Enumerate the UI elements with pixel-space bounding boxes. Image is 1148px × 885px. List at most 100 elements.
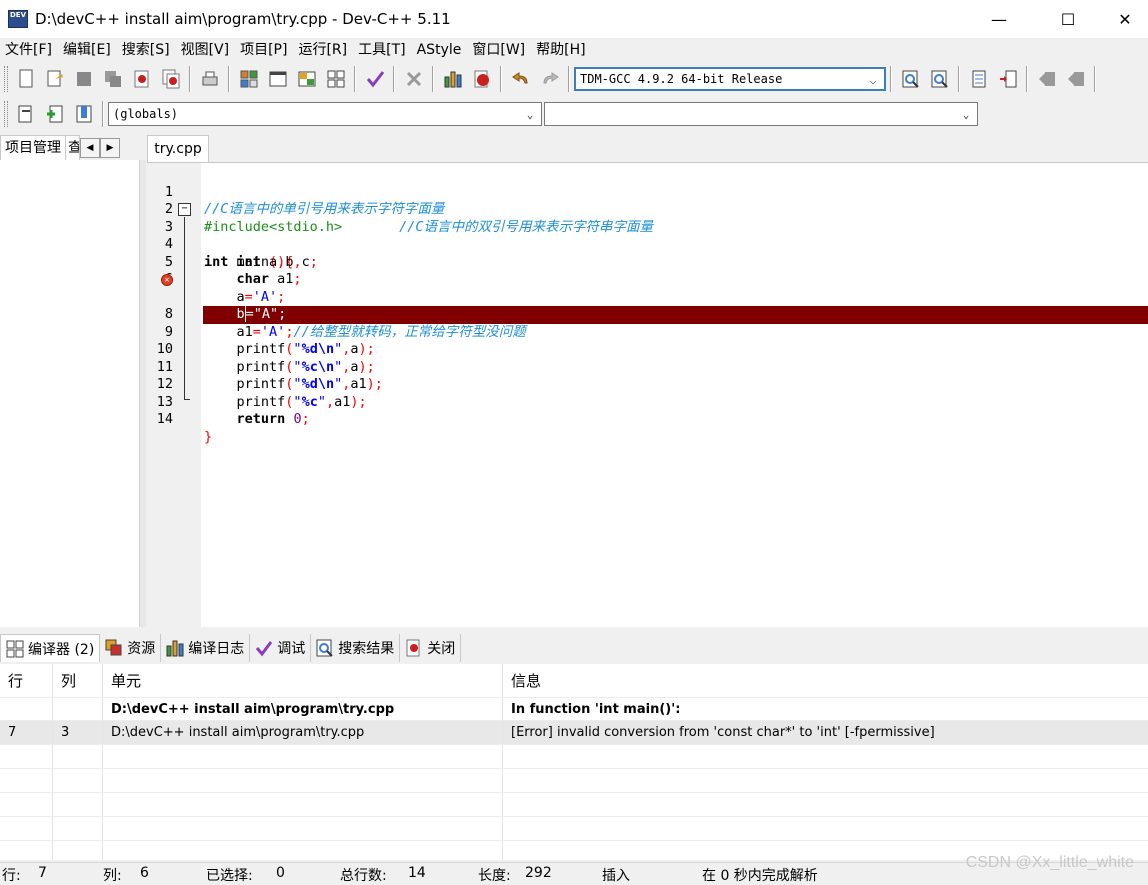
compiler-grid-icon bbox=[6, 640, 24, 658]
tab-compile-log-label: 编译日志 bbox=[188, 641, 245, 657]
grid-view-icon[interactable] bbox=[324, 67, 348, 91]
save-all-icon[interactable] bbox=[101, 67, 125, 91]
compiler-messages-table: 行 列 单元 信息 D:\devC++ install aim\program\… bbox=[0, 664, 1148, 860]
chart-icon[interactable] bbox=[441, 67, 465, 91]
maximize-button[interactable]: ☐ bbox=[1045, 0, 1091, 38]
code-line[interactable]: 11 printf("%d\n",a1); bbox=[147, 341, 1148, 393]
redo-icon[interactable] bbox=[538, 67, 562, 91]
tab-try-cpp[interactable]: try.cpp bbox=[147, 135, 209, 162]
code-editor[interactable]: 1 //C语言中的单引号用来表示字符字面量 2 #include<stdio.h… bbox=[147, 162, 1148, 627]
compiler-select[interactable]: TDM-GCC 4.9.2 64-bit Release ⌵ bbox=[574, 67, 886, 91]
tile-windows-icon[interactable] bbox=[237, 67, 261, 91]
tab-compile-log[interactable]: 编译日志 bbox=[161, 634, 251, 662]
panel-splitter[interactable] bbox=[140, 160, 146, 627]
members-select[interactable]: ⌄ bbox=[544, 102, 978, 126]
tab-close[interactable]: 关闭 bbox=[400, 634, 462, 662]
tab-class-view[interactable]: 查 bbox=[66, 135, 80, 160]
status-col-label: 列: bbox=[103, 868, 122, 884]
insert-icon[interactable] bbox=[14, 102, 38, 126]
close-button[interactable]: ✕ bbox=[1102, 0, 1148, 38]
code-line[interactable]: 10 printf("%c\n",a); bbox=[147, 324, 1148, 375]
menu-tools[interactable]: 工具[T] bbox=[353, 38, 411, 62]
menu-project[interactable]: 项目[P] bbox=[235, 38, 293, 62]
find-icon[interactable] bbox=[899, 67, 923, 91]
toolbar-separator bbox=[228, 66, 230, 92]
code-line[interactable]: 8 a1='A';//给整型就转码，正常给字符型没问题 bbox=[147, 289, 1148, 340]
menu-search[interactable]: 搜索[S] bbox=[117, 38, 176, 62]
status-row-label: 行: bbox=[2, 868, 21, 884]
chart-icon bbox=[166, 639, 184, 657]
print-icon[interactable] bbox=[198, 67, 222, 91]
column-header-line[interactable]: 行 bbox=[0, 664, 53, 697]
code-line[interactable]: 4 int a,b,c; bbox=[147, 219, 1148, 270]
code-line[interactable]: 13 return 0; bbox=[147, 376, 1148, 428]
debug-icon[interactable] bbox=[470, 67, 494, 91]
toolbar-grip[interactable] bbox=[4, 66, 8, 92]
close-all-icon[interactable] bbox=[159, 67, 183, 91]
chevron-down-icon[interactable]: ⌵ bbox=[864, 71, 882, 89]
check-syntax-icon[interactable] bbox=[363, 67, 387, 91]
undo-icon[interactable] bbox=[509, 67, 533, 91]
table-row-selected[interactable]: 7 3 D:\devC++ install aim\program\try.cp… bbox=[0, 721, 1148, 745]
table-row[interactable]: D:\devC++ install aim\program\try.cpp In… bbox=[0, 698, 1148, 721]
tab-resources[interactable]: 资源 bbox=[100, 634, 162, 662]
tab-scroll-left-icon[interactable]: ◀ bbox=[80, 137, 100, 158]
status-total-label: 总行数: bbox=[340, 868, 387, 884]
menu-run[interactable]: 运行[R] bbox=[293, 38, 353, 62]
new-file-icon[interactable] bbox=[14, 67, 38, 91]
menu-view[interactable]: 视图[V] bbox=[176, 38, 236, 62]
code-line[interactable]: 9 printf("%d\n",a); bbox=[147, 306, 1148, 358]
prev-bookmark-icon[interactable] bbox=[1035, 67, 1059, 91]
save-icon[interactable] bbox=[72, 67, 96, 91]
toolbar-grip[interactable] bbox=[4, 101, 8, 127]
cell-line: 7 bbox=[0, 721, 53, 744]
code-line[interactable]: 14 } bbox=[147, 394, 1148, 445]
chevron-down-icon[interactable]: ⌄ bbox=[957, 105, 975, 123]
tab-debug[interactable]: 调试 bbox=[250, 634, 312, 662]
menu-edit[interactable]: 编辑[E] bbox=[58, 38, 117, 62]
column-header-unit[interactable]: 单元 bbox=[103, 664, 503, 697]
minimize-button[interactable]: — bbox=[976, 0, 1022, 38]
window-icon[interactable] bbox=[266, 67, 290, 91]
open-file-icon[interactable] bbox=[43, 67, 67, 91]
menu-window[interactable]: 窗口[W] bbox=[467, 38, 531, 62]
menu-file[interactable]: 文件[F] bbox=[0, 38, 58, 62]
tab-compiler[interactable]: 编译器 (2) bbox=[0, 634, 101, 662]
code-line[interactable]: 1 //C语言中的单引号用来表示字符字面量 bbox=[147, 166, 1148, 218]
replace-icon[interactable] bbox=[928, 67, 952, 91]
bookmark-icon[interactable] bbox=[72, 102, 96, 126]
tab-scroll-right-icon[interactable]: ▶ bbox=[100, 137, 120, 158]
menu-astyle[interactable]: AStyle bbox=[412, 38, 468, 62]
toolbar-separator bbox=[568, 66, 570, 92]
window-title: D:\devC++ install aim\program\try.cpp - … bbox=[35, 10, 451, 28]
status-insert-mode: 插入 bbox=[602, 868, 630, 884]
indent-icon[interactable] bbox=[967, 67, 991, 91]
code-line[interactable]: 5 char a1; bbox=[147, 236, 1148, 288]
code-line-error[interactable]: ✕ b="A"; bbox=[147, 271, 1148, 324]
close-file-icon[interactable] bbox=[130, 67, 154, 91]
tab-compiler-label: 编译器 (2) bbox=[28, 641, 95, 658]
tab-search-results[interactable]: 搜索结果 bbox=[311, 634, 401, 662]
column-header-message[interactable]: 信息 bbox=[503, 664, 1148, 697]
column-header-col[interactable]: 列 bbox=[53, 664, 103, 697]
code-line[interactable]: 6 a='A'; bbox=[147, 254, 1148, 305]
class-view-icon[interactable] bbox=[295, 67, 319, 91]
code-line[interactable]: 12 printf("%c",a1); bbox=[147, 359, 1148, 410]
code-line[interactable]: 2 #include<stdio.h> //C语言中的双引号用来表示字符串字面量 bbox=[147, 184, 1148, 235]
stop-icon[interactable] bbox=[402, 67, 426, 91]
add-file-icon[interactable] bbox=[43, 102, 67, 126]
next-bookmark-icon[interactable] bbox=[1064, 67, 1088, 91]
menu-help[interactable]: 帮助[H] bbox=[531, 38, 591, 62]
toolbar-separator bbox=[393, 66, 395, 92]
toolbar-separator bbox=[890, 66, 892, 92]
status-col-value: 6 bbox=[140, 865, 149, 881]
fold-collapse-icon[interactable]: − bbox=[178, 203, 191, 216]
cell-unit: D:\devC++ install aim\program\try.cpp bbox=[103, 721, 503, 744]
cell-col bbox=[53, 698, 103, 720]
chevron-down-icon[interactable]: ⌄ bbox=[521, 105, 539, 123]
project-tree[interactable] bbox=[0, 160, 140, 627]
goto-line-icon[interactable] bbox=[996, 67, 1020, 91]
globals-select[interactable]: (globals) ⌄ bbox=[108, 102, 542, 126]
tab-project-manager[interactable]: 项目管理 bbox=[0, 135, 66, 160]
code-line[interactable]: 3 − int main(){ bbox=[147, 201, 1148, 270]
